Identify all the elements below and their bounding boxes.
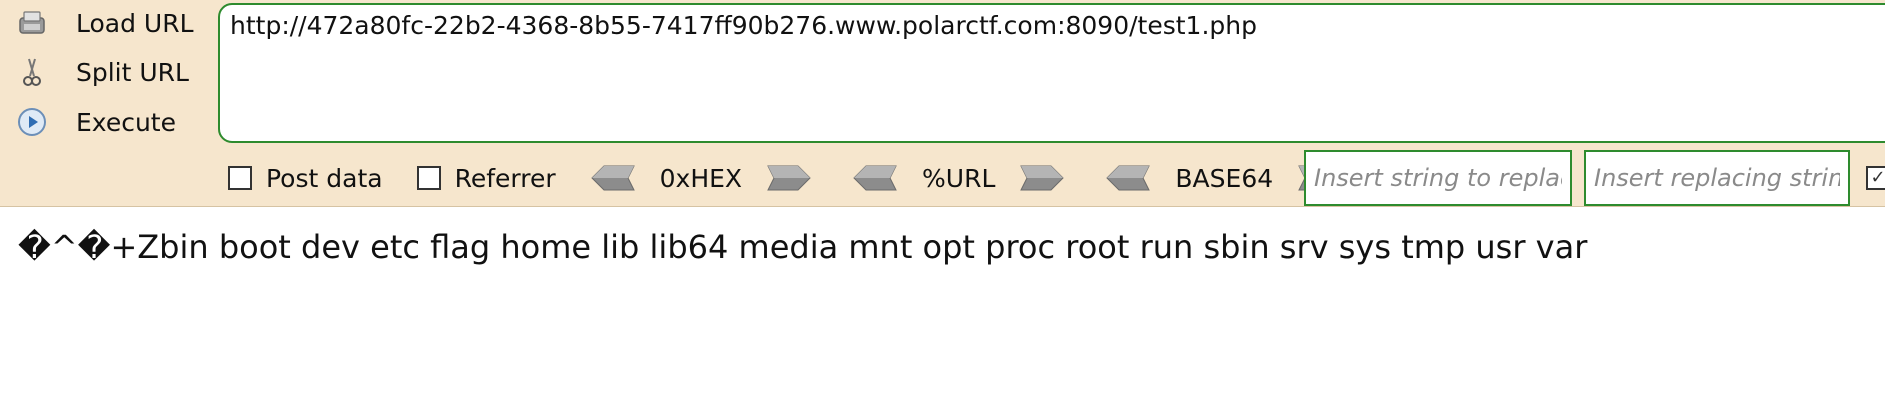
url-text: http://472a80fc-22b2-4368-8b55-7417ff90b… [230,11,1257,40]
play-icon [14,104,50,140]
execute-label: Execute [76,107,176,137]
execute-button[interactable]: Execute [14,102,176,142]
hex-decode-arrow-icon[interactable] [590,164,636,192]
hackbar-menu: Load URL Split URL Execute [0,0,210,206]
url-encoder: %URL [852,164,1065,193]
load-url-button[interactable]: Load URL [14,3,194,43]
split-url-button[interactable]: Split URL [14,52,189,92]
post-data-checkbox[interactable] [228,166,252,190]
hackbar-toolbar: Load URL Split URL Execute http://472a80… [0,0,1885,207]
hex-encode-arrow-icon[interactable] [766,164,812,192]
referrer-label: Referrer [454,163,556,193]
options-row: Post data Referrer 0xHEX %URL BASE64 [228,150,1383,206]
load-url-icon [14,5,50,41]
referrer-checkbox[interactable] [416,166,441,190]
url-encode-arrow-icon[interactable] [1019,164,1065,192]
page-output: �^�+Zbin boot dev etc flag home lib lib6… [18,228,1588,266]
hex-encoder: 0xHEX [590,164,812,193]
replace-checkbox[interactable]: ✓ [1866,166,1885,190]
base64-decode-arrow-icon[interactable] [1105,164,1151,192]
post-data-label: Post data [266,163,383,193]
url-decode-arrow-icon[interactable] [852,164,898,192]
replace-find-input[interactable] [1304,150,1572,206]
base64-label: BASE64 [1175,163,1274,193]
scissors-icon [14,54,50,90]
replace-with-input[interactable] [1584,150,1850,206]
load-url-label: Load URL [76,8,194,38]
split-url-label: Split URL [76,57,189,87]
url-textarea[interactable]: http://472a80fc-22b2-4368-8b55-7417ff90b… [218,3,1885,143]
hex-label: 0xHEX [659,163,743,193]
url-enc-label: %URL [922,163,996,193]
